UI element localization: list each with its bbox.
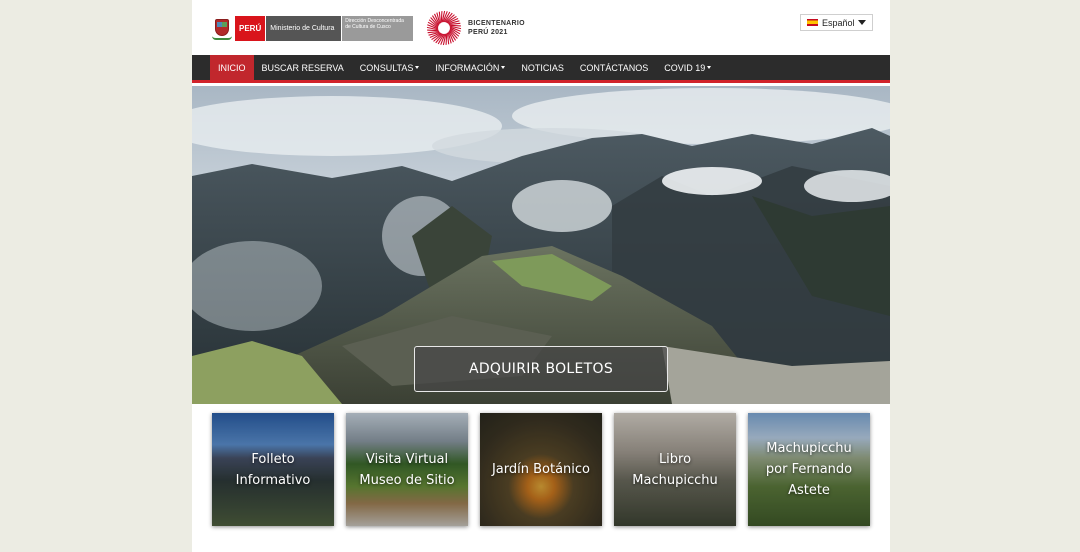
dropdown-arrow-icon (501, 66, 506, 69)
nav-item-contactanos[interactable]: CONTÁCTANOS (572, 55, 656, 80)
site-header: PERÚ Ministerio de Cultura Dirección Des… (192, 0, 890, 54)
bicentenario-text: BICENTENARIO PERÚ 2021 (468, 20, 525, 36)
nav-item-buscar-reserva[interactable]: BUSCAR RESERVA (254, 55, 352, 80)
ministry-label: Ministerio de Cultura (265, 16, 342, 41)
card-visita-virtual[interactable]: Visita Virtual Museo de Sitio (346, 413, 468, 526)
bicentenario-logo[interactable]: BICENTENARIO PERÚ 2021 (425, 8, 525, 48)
nav-item-consultas[interactable]: CONSULTAS (352, 55, 428, 80)
chevron-down-icon (858, 20, 866, 25)
card-title: Jardín Botánico (491, 462, 591, 477)
language-selector[interactable]: Español (800, 14, 873, 31)
card-title: Libro Machupicchu (632, 451, 718, 488)
page-container: PERÚ Ministerio de Cultura Dirección Des… (192, 0, 890, 552)
nav-item-covid19[interactable]: COVID 19 (656, 55, 719, 80)
ministry-logo[interactable]: PERÚ Ministerio de Cultura Dirección Des… (212, 16, 414, 41)
card-title: Visita Virtual Museo de Sitio (359, 451, 455, 488)
card-jardin-botanico[interactable]: Jardín Botánico (480, 413, 602, 526)
bicentenario-emblem-icon (425, 9, 463, 47)
dropdown-arrow-icon (707, 66, 712, 69)
nav-item-informacion[interactable]: INFORMACIÓN (427, 55, 513, 80)
nav-item-inicio[interactable]: INICIO (210, 55, 254, 80)
peru-label: PERÚ (235, 16, 266, 41)
card-libro-machupicchu[interactable]: Libro Machupicchu (614, 413, 736, 526)
nav-item-noticias[interactable]: NOTICIAS (513, 55, 572, 80)
direction-label: Dirección Desconcentrada de Cultura de C… (341, 16, 414, 41)
hero-banner: ADQUIRIR BOLETOS (192, 86, 890, 404)
dropdown-arrow-icon (415, 66, 420, 69)
card-title: Machupicchu por Fernando Astete (765, 441, 853, 498)
buy-tickets-button[interactable]: ADQUIRIR BOLETOS (414, 346, 668, 392)
language-selected: Español (822, 17, 855, 28)
feature-cards: Folleto Informativo Visita Virtual Museo… (212, 413, 872, 527)
card-title: Folleto Informativo (235, 451, 311, 488)
coat-of-arms-icon (212, 16, 232, 41)
spain-flag-icon (807, 19, 818, 26)
card-folleto-informativo[interactable]: Folleto Informativo (212, 413, 334, 526)
main-nav: INICIO BUSCAR RESERVA CONSULTAS INFORMAC… (192, 55, 890, 83)
card-fernando-astete[interactable]: Machupicchu por Fernando Astete (748, 413, 870, 526)
